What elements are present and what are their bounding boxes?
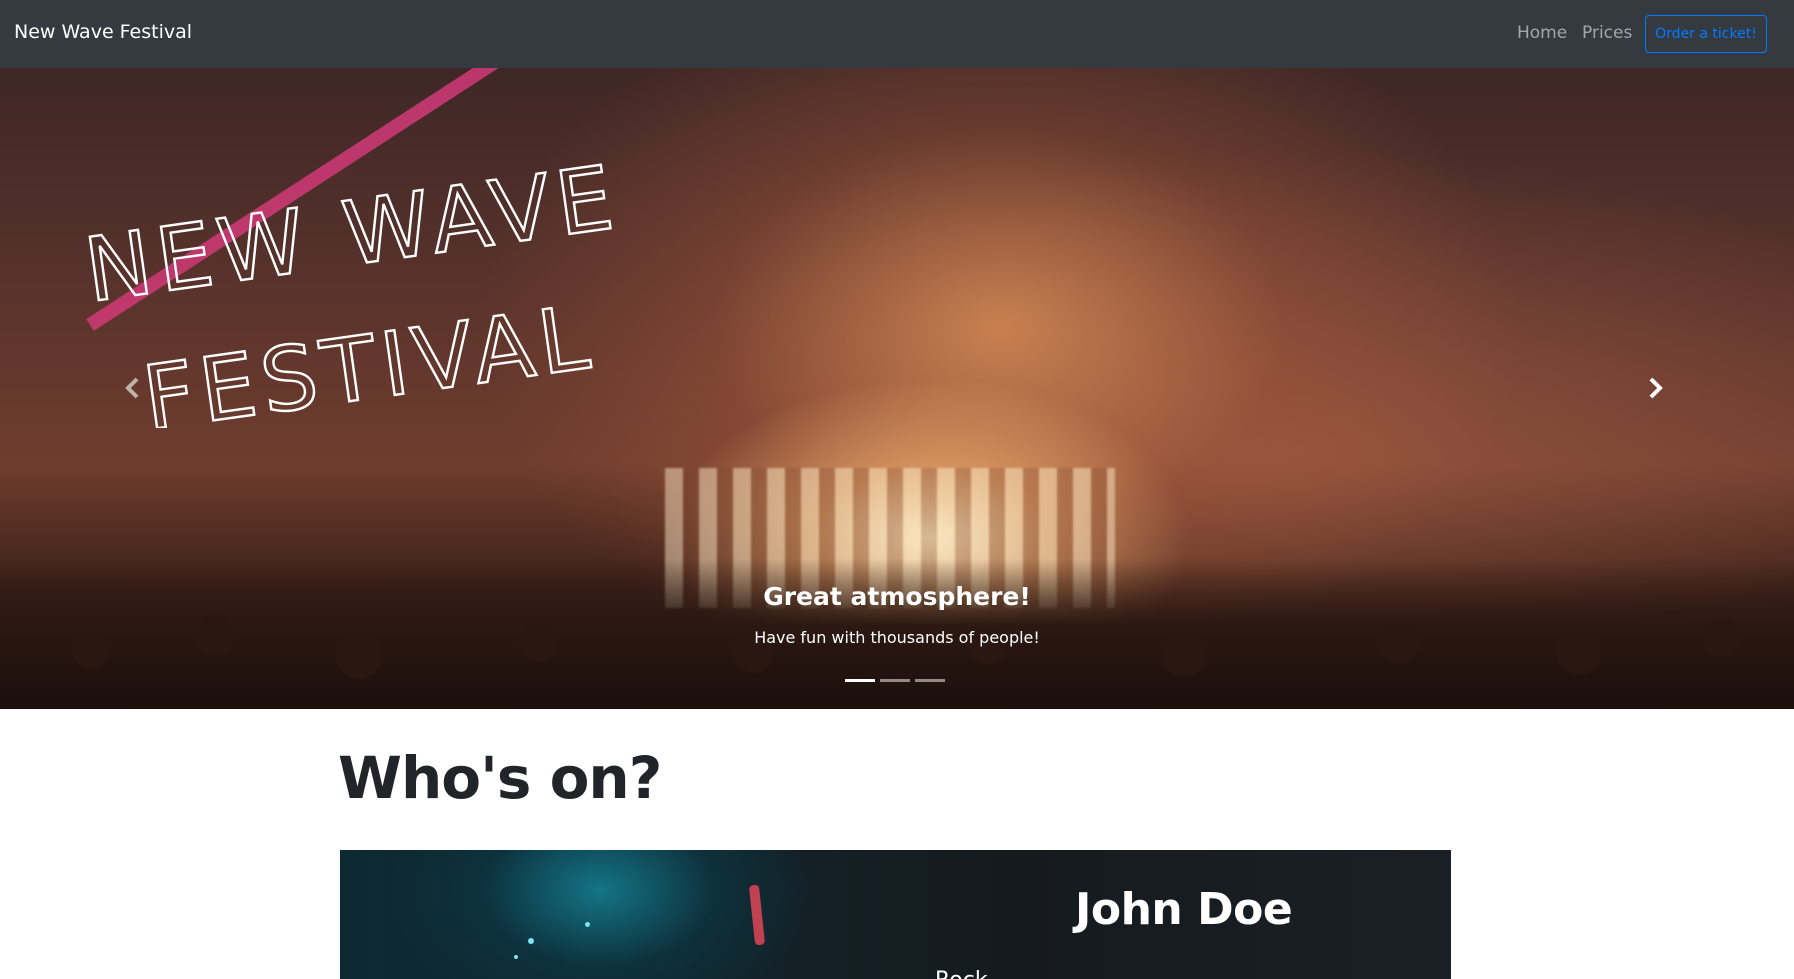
hero-carousel: NEW WAVE FESTIVAL Great atmosphere! Have…	[0, 68, 1794, 709]
section-title: Who's on?	[338, 744, 662, 812]
carousel-indicators	[845, 679, 945, 682]
carousel-indicator-2[interactable]	[880, 679, 910, 682]
logo-line-2: FESTIVAL	[137, 285, 601, 428]
carousel-indicator-3[interactable]	[915, 679, 945, 682]
chevron-left-icon	[125, 377, 139, 399]
light-dot	[585, 922, 590, 927]
carousel-caption-text: Have fun with thousands of people!	[754, 628, 1040, 647]
nav-link-home[interactable]: Home	[1517, 23, 1567, 43]
light-dot	[528, 938, 534, 944]
brand-link[interactable]: New Wave Festival	[14, 21, 192, 43]
festival-logo: NEW WAVE FESTIVAL	[80, 144, 626, 428]
chevron-right-icon	[1649, 377, 1663, 399]
carousel-indicator-1[interactable]	[845, 679, 875, 682]
carousel-caption-title: Great atmosphere!	[763, 582, 1031, 611]
nav-link-prices[interactable]: Prices	[1582, 23, 1632, 43]
order-ticket-button[interactable]: Order a ticket!	[1645, 15, 1767, 53]
top-navbar: New Wave Festival Home Prices Order a ti…	[0, 0, 1794, 68]
carousel-prev-control[interactable]	[112, 368, 152, 408]
artist-card: John Doe Rock	[340, 850, 1451, 979]
light-dot	[514, 955, 518, 959]
performer-hand	[748, 884, 766, 946]
artist-role: Rock	[935, 968, 988, 979]
carousel-next-control[interactable]	[1636, 368, 1676, 408]
artist-name: John Doe	[1075, 884, 1293, 935]
